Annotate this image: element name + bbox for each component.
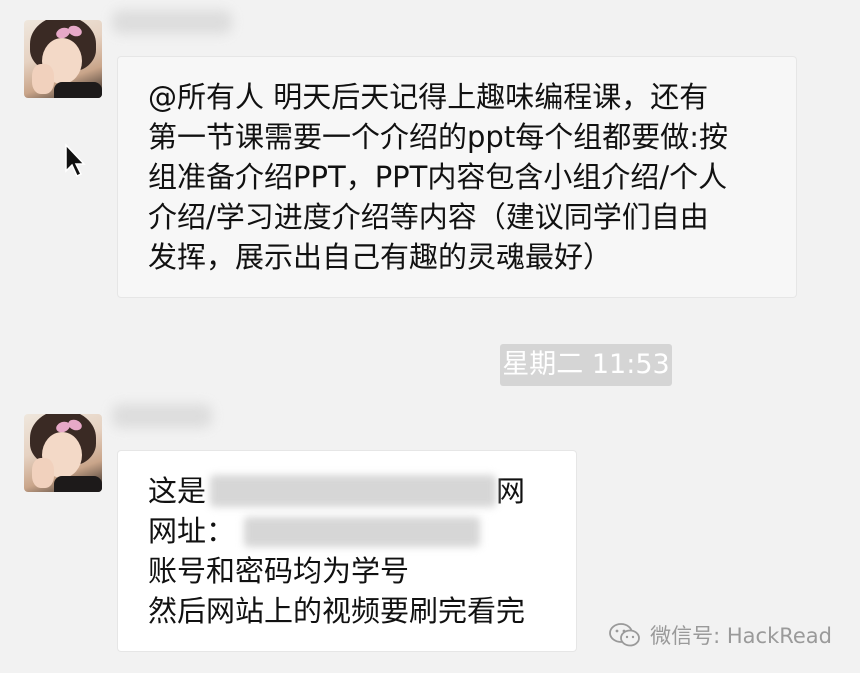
message-line: @所有人 明天后天记得上趣味编程课，还有 bbox=[148, 80, 709, 114]
sender-avatar[interactable] bbox=[24, 20, 102, 98]
message-line: 第一节课需要一个介绍的ppt每个组都要做:按 bbox=[148, 120, 728, 154]
redacted-url[interactable] bbox=[244, 517, 480, 547]
message-line: 然后网站上的视频要刷完看完 bbox=[148, 594, 526, 628]
wechat-icon bbox=[609, 623, 641, 647]
redacted-site-name bbox=[210, 475, 496, 507]
message-line: 介绍/学习进度介绍等内容（建议同学们自由 bbox=[148, 200, 709, 234]
watermark: 微信号: HackRead bbox=[608, 618, 832, 652]
message-text: 这是 bbox=[148, 474, 207, 508]
message-text: 网 bbox=[496, 474, 526, 508]
mouse-cursor-icon bbox=[65, 143, 86, 178]
message-bubble-website[interactable]: 这是 网 网址： 账号和密码均为学号 然后网站上的视频要刷完看完 bbox=[117, 450, 577, 652]
sender-name-redacted bbox=[112, 10, 232, 34]
sender-name-redacted bbox=[112, 404, 212, 428]
message-line: 账号和密码均为学号 bbox=[148, 554, 410, 588]
watermark-text: 微信号: HackRead bbox=[650, 624, 832, 648]
message-line: 发挥，展示出自己有趣的灵魂最好） bbox=[148, 240, 613, 274]
message-bubble-announcement[interactable]: @所有人 明天后天记得上趣味编程课，还有 第一节课需要一个介绍的ppt每个组都要… bbox=[117, 56, 797, 298]
sender-avatar[interactable] bbox=[24, 414, 102, 492]
message-timestamp: 星期二 11:53 bbox=[500, 344, 672, 386]
message-line: 组准备介绍PPT，PPT内容包含小组介绍/个人 bbox=[148, 160, 728, 194]
message-text: 网址： bbox=[148, 514, 236, 548]
